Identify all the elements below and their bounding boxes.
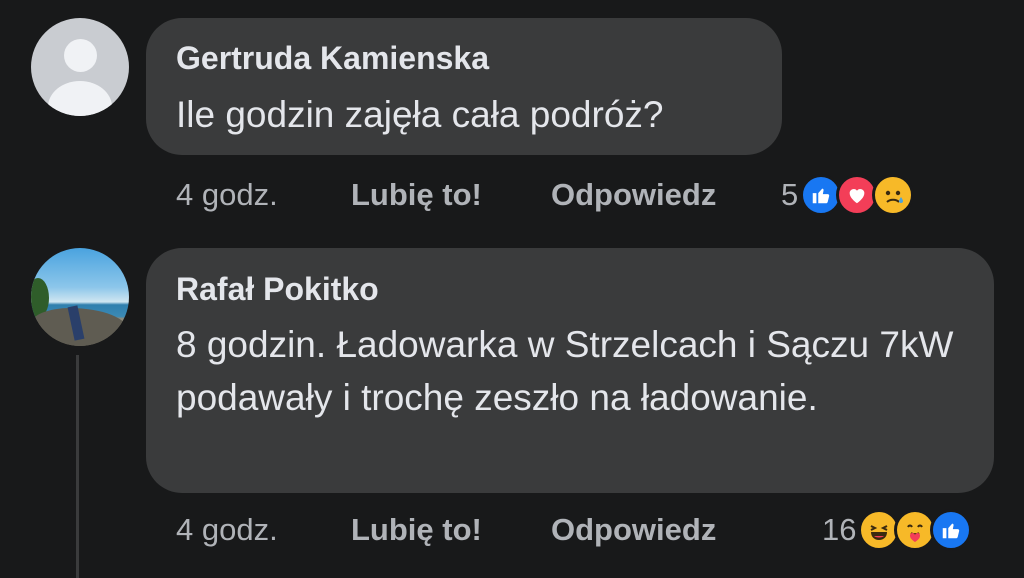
comment-timestamp[interactable]: 4 godz. — [176, 512, 351, 548]
like-button[interactable]: Lubię to! — [351, 512, 551, 548]
sad-icon — [872, 174, 915, 216]
reaction-count: 5 — [781, 177, 799, 212]
reaction-count: 16 — [822, 512, 857, 547]
avatar-head-shape — [64, 39, 97, 72]
comment-bubble: Gertruda Kamienska Ile godzin zajęła cał… — [146, 18, 782, 155]
reactions-summary[interactable]: 16 — [822, 509, 973, 551]
comment-timestamp[interactable]: 4 godz. — [176, 177, 351, 213]
comment-author[interactable]: Rafał Pokitko — [176, 271, 379, 308]
comment-actions: 4 godz. Lubię to! Odpowiedz 16 — [176, 509, 973, 551]
reply-button[interactable]: Odpowiedz — [551, 177, 781, 213]
comment-actions: 4 godz. Lubię to! Odpowiedz 5 — [176, 174, 915, 216]
avatar[interactable] — [31, 248, 129, 346]
comment-author[interactable]: Gertruda Kamienska — [176, 40, 489, 77]
comment-bubble: Rafał Pokitko 8 godzin. Ładowarka w Strz… — [146, 248, 994, 493]
reply-button[interactable]: Odpowiedz — [551, 512, 781, 548]
avatar[interactable] — [31, 18, 129, 116]
reactions-summary[interactable]: 5 — [781, 174, 915, 216]
avatar-shoulders-shape — [48, 81, 112, 116]
comment-text: Ile godzin zajęła cała podróż? — [176, 94, 664, 135]
thread-line — [76, 355, 79, 578]
like-button[interactable]: Lubię to! — [351, 177, 551, 213]
like-icon — [930, 509, 973, 551]
comment-text: 8 godzin. Ładowarka w Strzelcach i Sączu… — [176, 324, 954, 418]
